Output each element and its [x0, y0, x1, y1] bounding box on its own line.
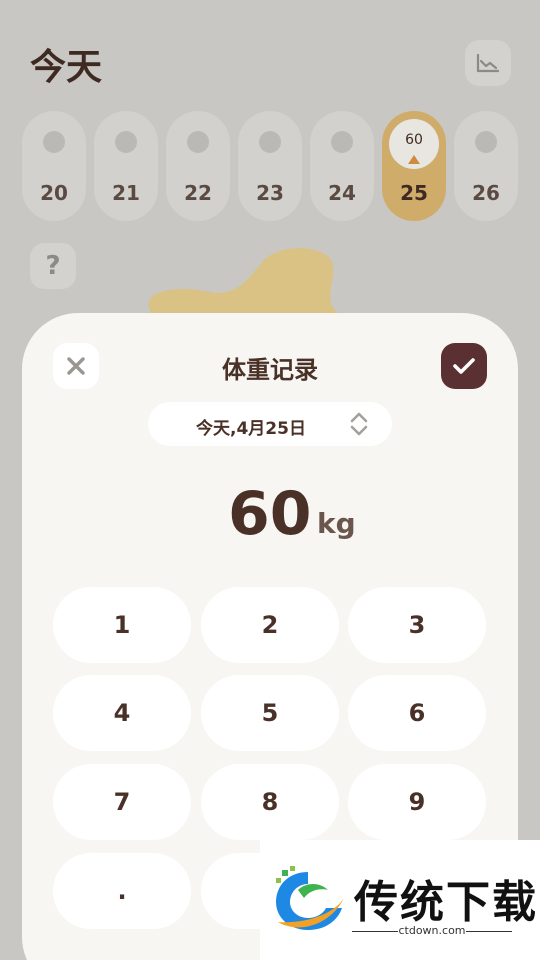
watermark-text: 传统下载 — [354, 877, 538, 928]
day-number: 24 — [328, 181, 356, 205]
watermark-divider — [466, 931, 512, 932]
day-number: 22 — [184, 181, 212, 205]
triangle-up-icon — [408, 155, 420, 164]
day-22[interactable]: 22 — [166, 111, 230, 221]
day-number: 25 — [400, 181, 428, 205]
key-1[interactable]: 1 — [53, 587, 191, 663]
weight-bubble-value: 60 — [405, 132, 423, 148]
day-25-selected[interactable]: 60 25 — [382, 111, 446, 221]
empty-dot-icon — [187, 131, 209, 153]
empty-dot-icon — [115, 131, 137, 153]
page-title: 今天 — [30, 47, 103, 88]
day-24[interactable]: 24 — [310, 111, 374, 221]
weight-unit: kg — [317, 507, 356, 540]
close-button[interactable] — [53, 343, 99, 389]
key-6[interactable]: 6 — [348, 675, 486, 751]
key-2[interactable]: 2 — [201, 587, 339, 663]
line-chart-icon — [476, 53, 500, 73]
day-number: 26 — [472, 181, 500, 205]
watermark-overlay: 传统下载 ctdown.com — [260, 840, 540, 960]
day-number: 23 — [256, 181, 284, 205]
weight-value: 60 — [228, 479, 312, 549]
empty-dot-icon — [475, 131, 497, 153]
key-decimal[interactable]: . — [53, 853, 191, 929]
day-23[interactable]: 23 — [238, 111, 302, 221]
date-label: 今天,4月25日 — [196, 419, 306, 439]
key-8[interactable]: 8 — [201, 764, 339, 840]
confirm-button[interactable] — [441, 343, 487, 389]
day-26[interactable]: 26 — [454, 111, 518, 221]
watermark-logo-icon — [276, 866, 344, 930]
key-5[interactable]: 5 — [201, 675, 339, 751]
day-21[interactable]: 21 — [94, 111, 158, 221]
close-icon — [67, 357, 85, 375]
up-down-chevron-icon — [350, 412, 368, 436]
empty-dot-icon — [43, 131, 65, 153]
date-selector[interactable]: 今天,4月25日 — [148, 402, 392, 446]
chart-button[interactable] — [465, 40, 511, 86]
question-mark-icon: ? — [45, 251, 61, 281]
key-4[interactable]: 4 — [53, 675, 191, 751]
key-9[interactable]: 9 — [348, 764, 486, 840]
key-7[interactable]: 7 — [53, 764, 191, 840]
day-number: 21 — [112, 181, 140, 205]
day-number: 20 — [40, 181, 68, 205]
empty-dot-icon — [331, 131, 353, 153]
day-20[interactable]: 20 — [22, 111, 86, 221]
sheet-title: 体重记录 — [222, 356, 318, 384]
checkmark-icon — [453, 358, 475, 374]
help-button[interactable]: ? — [30, 243, 76, 289]
key-3[interactable]: 3 — [348, 587, 486, 663]
empty-dot-icon — [259, 131, 281, 153]
